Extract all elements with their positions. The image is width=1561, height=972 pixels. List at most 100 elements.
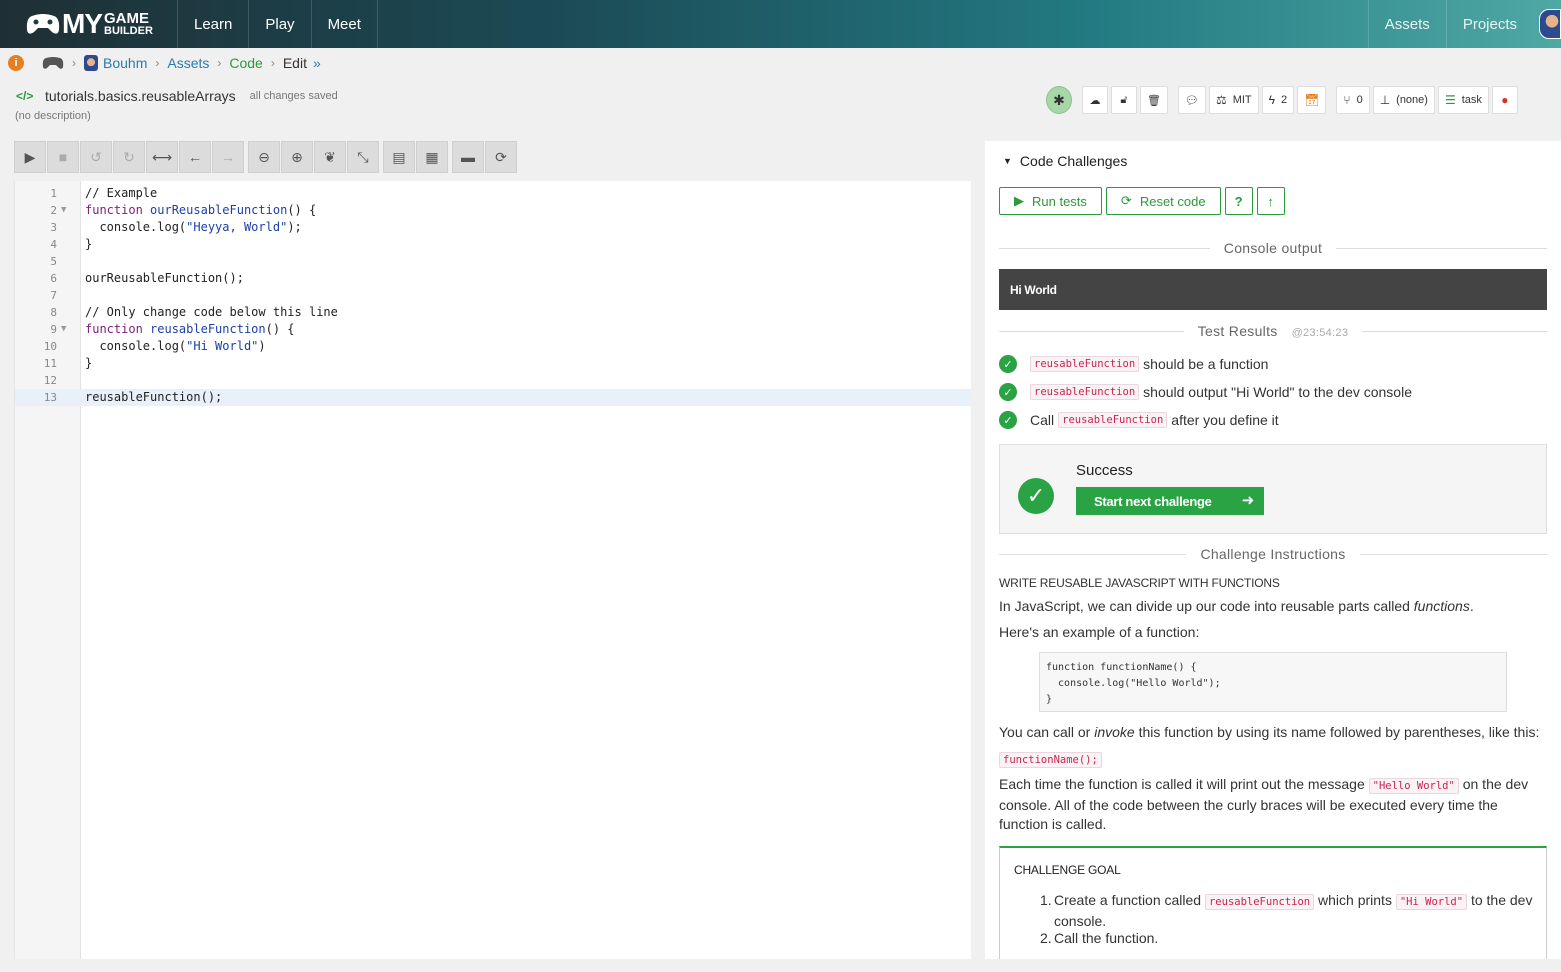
- text: which prints: [1314, 892, 1396, 908]
- fold-arrow-icon[interactable]: ▼: [61, 202, 66, 219]
- fork-button[interactable]: ⑂ 0: [1336, 86, 1370, 114]
- fold-arrow-icon[interactable]: ▼: [61, 321, 66, 338]
- double-chevron-right-icon[interactable]: »: [313, 55, 321, 71]
- nav-projects[interactable]: Projects: [1445, 0, 1533, 48]
- sticky-note-icon[interactable]: ▦: [416, 141, 448, 173]
- file-name[interactable]: tutorials.basics.reusableArrays: [45, 88, 236, 104]
- list-number: 2.: [1040, 930, 1052, 946]
- code-line[interactable]: 11}: [15, 355, 972, 372]
- bug-button[interactable]: ●: [1491, 86, 1518, 114]
- check-circle-icon: ✓: [1018, 478, 1054, 514]
- zoom-out-icon[interactable]: ⊖: [248, 141, 280, 173]
- code-line[interactable]: 2 ▼ function ourReusableFunction() {: [15, 202, 972, 219]
- parent-button[interactable]: ⊥ (none): [1372, 86, 1435, 114]
- user-avatar[interactable]: [1539, 9, 1561, 39]
- play-icon: ▶: [1014, 193, 1024, 208]
- zoom-in-icon[interactable]: ⊕: [281, 141, 313, 173]
- code-line[interactable]: 10 console.log("Hi World"): [15, 338, 972, 355]
- line-number: 12: [43, 374, 57, 387]
- line-number: 1: [50, 187, 57, 200]
- nav-play[interactable]: Play: [249, 0, 312, 48]
- line-number: 4: [50, 238, 57, 251]
- breadcrumb-separator: ›: [270, 56, 275, 70]
- code-line[interactable]: 6 ourReusableFunction();: [15, 270, 972, 287]
- panel-title: Code Challenges: [1019, 153, 1128, 169]
- arrow-up-icon[interactable]: ↑: [1256, 187, 1285, 215]
- keyword: function: [85, 322, 143, 336]
- line-number: 8: [50, 306, 57, 319]
- run-tests-button[interactable]: ▶ Run tests: [999, 187, 1102, 215]
- breadcrumb-user[interactable]: Bouhm: [103, 55, 147, 71]
- calendar-button[interactable]: 📅︎: [1297, 86, 1327, 114]
- console-output-text: Console output: [1209, 240, 1337, 256]
- instructions-paragraph: Here's an example of a function:: [999, 624, 1200, 640]
- keyword: function: [85, 203, 143, 217]
- line-number: 13: [43, 391, 57, 404]
- breadcrumb-code[interactable]: Code: [229, 55, 262, 71]
- leaf-icon[interactable]: ❦: [314, 141, 346, 173]
- gamepad-home-icon[interactable]: [42, 56, 64, 70]
- lightning-icon: ϟ: [1268, 93, 1276, 107]
- refresh-icon[interactable]: ⟳: [485, 141, 517, 173]
- example-code-block: function functionName() { console.log("H…: [1039, 652, 1507, 712]
- challenge-buttons: ▶ Run tests ⟳ Reset code ? ↑: [999, 187, 1285, 215]
- code-line[interactable]: 7: [15, 287, 972, 304]
- nav-learn[interactable]: Learn: [178, 0, 250, 48]
- next-button-label: Start next challenge: [1094, 493, 1212, 509]
- breadcrumb-separator: ›: [155, 56, 160, 70]
- unlock-icon[interactable]: 🔓︎: [1111, 86, 1137, 114]
- nav-assets[interactable]: Assets: [1367, 0, 1446, 48]
- test-text: after you define it: [1171, 412, 1279, 428]
- code-line[interactable]: 12: [15, 372, 972, 389]
- logo[interactable]: MY GAME BUILDER: [0, 0, 178, 48]
- panel-header[interactable]: ▼ Code Challenges: [1003, 153, 1127, 169]
- inline-code: reusableFunction: [1030, 384, 1140, 400]
- code-line[interactable]: 9 ▼ function reusableFunction() {: [15, 321, 972, 338]
- nav-meet[interactable]: Meet: [312, 0, 378, 48]
- note-icon[interactable]: ▤: [383, 141, 415, 173]
- code-line[interactable]: 3 console.log("Heyya, World");: [15, 219, 972, 236]
- code-editor[interactable]: 1 // Example 2 ▼ function ourReusableFuncti…: [14, 181, 972, 959]
- check-circle-icon: ✓: [999, 383, 1017, 401]
- kind-button[interactable]: ☰ task: [1437, 86, 1489, 114]
- breadcrumb-assets[interactable]: Assets: [167, 55, 209, 71]
- arrow-right-icon: ➜: [1241, 492, 1255, 509]
- challenge-instructions-label: Challenge Instructions: [985, 546, 1561, 562]
- logo-game-text: GAME: [104, 9, 149, 27]
- briefcase-icon[interactable]: ▬: [452, 141, 484, 173]
- stop-icon[interactable]: ■: [47, 141, 79, 173]
- undo-icon[interactable]: ↺: [80, 141, 112, 173]
- file-description[interactable]: (no description): [15, 110, 338, 122]
- code-line[interactable]: 4}: [15, 236, 972, 253]
- compress-icon[interactable]: ⤡: [347, 141, 379, 173]
- code-line-active[interactable]: 13 reusableFunction();: [15, 389, 972, 406]
- asterisk-icon[interactable]: ✱: [1046, 86, 1072, 114]
- text: this function by using its name followed…: [1134, 724, 1540, 740]
- expand-horizontal-icon[interactable]: ⟷: [146, 141, 178, 173]
- play-icon[interactable]: ▶: [14, 141, 46, 173]
- balance-scale-icon: ⚖: [1215, 93, 1227, 107]
- fork-count: 0: [1356, 94, 1363, 106]
- code-line[interactable]: 1 // Example: [15, 185, 972, 202]
- code-line[interactable]: 5: [15, 253, 972, 270]
- license-button[interactable]: ⚖ MIT: [1208, 86, 1259, 114]
- cloud-download-icon[interactable]: ☁: [1082, 86, 1108, 114]
- test-text: should be a function: [1143, 356, 1269, 372]
- asset-toolbar: ✱ ☁ 🔓︎ 🗑︎ 💬︎ ⚖ MIT ϟ2 📅︎ ⑂ 0 ⊥ (none) ☰ task…: [1046, 86, 1518, 114]
- check-circle-icon: ✓: [999, 411, 1017, 429]
- line-number: 7: [50, 289, 57, 302]
- comment-icon[interactable]: 💬︎: [1177, 86, 1206, 114]
- arrow-right-icon[interactable]: →: [212, 141, 244, 173]
- arrow-left-icon[interactable]: ←: [179, 141, 211, 173]
- goal-item: 2. Call the function.: [1040, 929, 1534, 948]
- help-button[interactable]: ?: [1224, 187, 1253, 215]
- reset-code-button[interactable]: ⟳ Reset code: [1105, 187, 1221, 215]
- string-literal: "Heyya, World": [186, 220, 288, 234]
- code-line[interactable]: 8 // Only change code below this line: [15, 304, 972, 321]
- info-icon[interactable]: i: [8, 55, 24, 71]
- emphasis: invoke: [1094, 724, 1135, 740]
- redo-icon[interactable]: ↻: [113, 141, 145, 173]
- start-next-challenge-button[interactable]: Start next challenge ➜: [1076, 487, 1264, 515]
- trash-icon[interactable]: 🗑︎: [1140, 86, 1168, 114]
- lightning-button[interactable]: ϟ2: [1261, 86, 1295, 114]
